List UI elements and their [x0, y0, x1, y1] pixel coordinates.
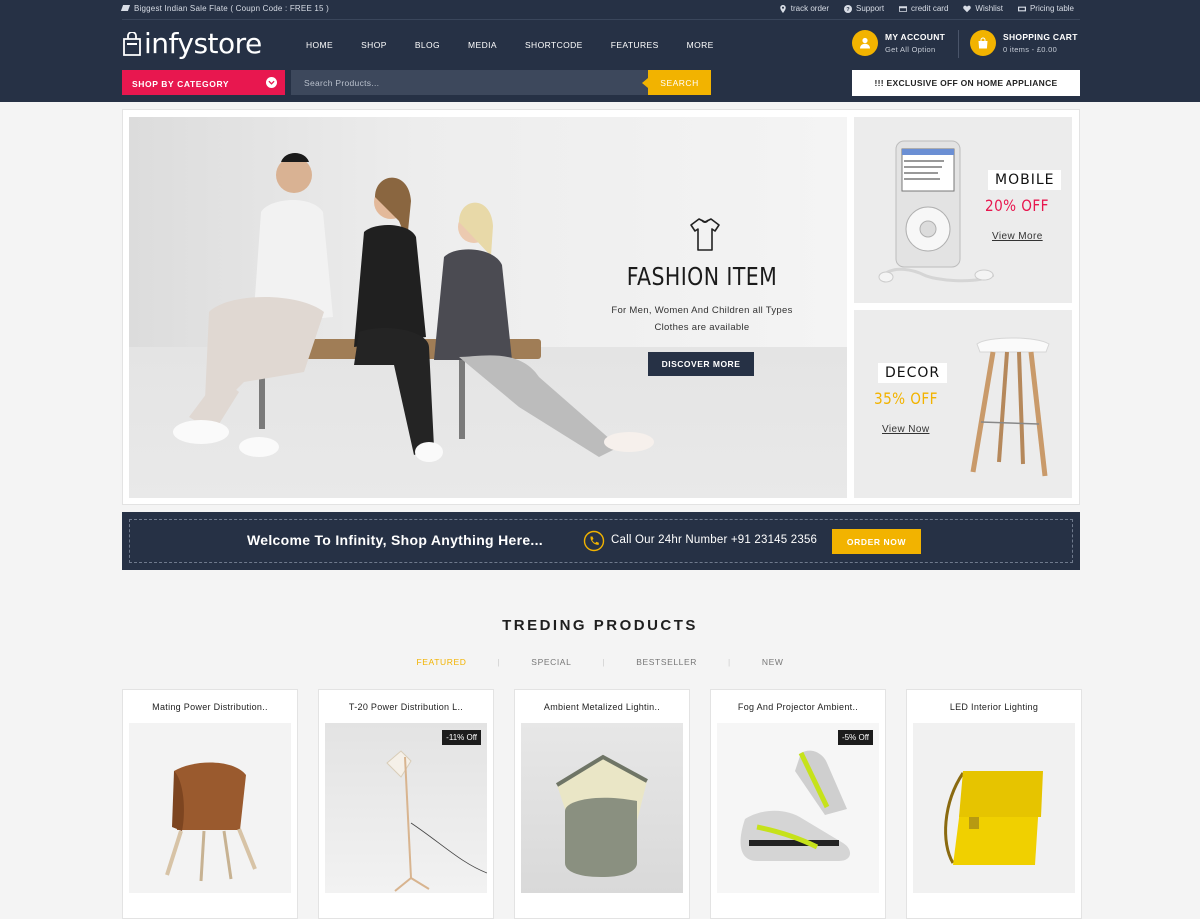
- welcome-bar: Welcome To Infinity, Shop Anything Here.…: [122, 512, 1080, 570]
- product-name[interactable]: T-20 Power Distribution L..: [319, 702, 493, 712]
- main-nav: HOME SHOP BLOG MEDIA SHORTCODE FEATURES …: [306, 40, 742, 50]
- decor-offer: 35% OFF: [874, 389, 938, 408]
- site-logo[interactable]: infystore: [122, 30, 262, 58]
- tag-icon: [1017, 6, 1026, 11]
- user-icon: [852, 30, 878, 56]
- help-circle-icon: ?: [844, 4, 853, 13]
- product-grid: Mating Power Distribution.. T-20 Power D…: [122, 689, 1082, 919]
- discount-badge: -11% Off: [442, 730, 481, 745]
- location-pin-icon: [780, 4, 786, 13]
- sneakers-illustration: [740, 750, 851, 861]
- account-title: MY ACCOUNT: [885, 32, 946, 42]
- call-number-text: Call Our 24hr Number +91 23145 2356: [611, 534, 818, 546]
- wishlist-link[interactable]: Wishlist: [963, 4, 1003, 13]
- exclusive-offer-banner[interactable]: !!! EXCLUSIVE OFF ON HOME APPLIANCE: [852, 70, 1080, 96]
- product-name[interactable]: Ambient Metalized Lightin..: [515, 702, 689, 712]
- svg-text:?: ?: [846, 7, 850, 13]
- tag-icon: [120, 5, 131, 11]
- top-links: track order ? Support credit card Wishli…: [779, 4, 1074, 13]
- bar-stool-illustration: [970, 337, 1050, 477]
- pricing-table-link[interactable]: Pricing table: [1017, 4, 1074, 13]
- search-button[interactable]: SEARCH: [642, 70, 711, 95]
- nav-blog[interactable]: BLOG: [415, 40, 440, 50]
- floor-lamp-illustration: [386, 750, 487, 892]
- product-tabs: FEATURED | SPECIAL | BESTSELLER | NEW: [416, 657, 784, 667]
- hero-title: FASHION ITEM: [626, 262, 778, 291]
- promo-text: Biggest Indian Sale Flate ( Coupn Code :…: [120, 4, 329, 13]
- nav-features[interactable]: FEATURES: [611, 40, 659, 50]
- credit-card-icon: [899, 5, 908, 12]
- product-image[interactable]: -5% Off: [717, 723, 879, 893]
- tab-special[interactable]: SPECIAL: [531, 657, 571, 667]
- product-name[interactable]: Fog And Projector Ambient..: [711, 702, 885, 712]
- leather-chair-illustration: [165, 762, 257, 882]
- cart-summary: 0 items - £0.00: [1003, 45, 1058, 54]
- product-image[interactable]: [129, 723, 291, 893]
- welcome-text: Welcome To Infinity, Shop Anything Here.…: [247, 532, 543, 548]
- shop-by-category-button[interactable]: SHOP BY CATEGORY: [122, 70, 285, 95]
- hero-subtitle: For Men, Women And Children all Types Cl…: [611, 305, 793, 333]
- cart-title: SHOPPING CART: [1003, 32, 1078, 42]
- view-now-link[interactable]: View Now: [882, 424, 929, 435]
- discount-badge: -5% Off: [838, 730, 873, 745]
- header-divider: [958, 30, 959, 58]
- logo-text: infystore: [144, 27, 262, 60]
- decor-label: DECOR: [878, 363, 948, 383]
- nav-more[interactable]: MORE: [687, 40, 714, 50]
- account-subtitle: Get All Option: [885, 45, 936, 54]
- order-now-button[interactable]: ORDER NOW: [832, 529, 921, 554]
- tshirt-icon: [690, 218, 720, 251]
- mobile-offer-banner[interactable]: MOBILE 20% OFF View More: [854, 117, 1072, 303]
- ipod-illustration: [878, 140, 994, 283]
- product-image[interactable]: [521, 723, 683, 893]
- product-card[interactable]: Mating Power Distribution..: [122, 689, 298, 919]
- decor-offer-banner[interactable]: DECOR 35% OFF View Now: [854, 310, 1072, 498]
- product-name[interactable]: Mating Power Distribution..: [123, 702, 297, 712]
- tab-bestseller[interactable]: BESTSELLER: [636, 657, 697, 667]
- tab-new[interactable]: NEW: [762, 657, 784, 667]
- top-bar: Biggest Indian Sale Flate ( Coupn Code :…: [120, 0, 1080, 20]
- track-order-link[interactable]: track order: [779, 4, 829, 13]
- shopping-bag-logo-icon: [123, 32, 141, 56]
- product-name[interactable]: LED Interior Lighting: [907, 702, 1081, 712]
- nav-shortcode[interactable]: SHORTCODE: [525, 40, 583, 50]
- table-lamp-illustration: [555, 754, 648, 877]
- product-card[interactable]: LED Interior Lighting: [906, 689, 1082, 919]
- discover-more-button[interactable]: DISCOVER MORE: [648, 352, 754, 376]
- chevron-down-icon: [266, 77, 277, 88]
- mobile-label: MOBILE: [988, 170, 1062, 190]
- site-header: Biggest Indian Sale Flate ( Coupn Code :…: [0, 0, 1200, 102]
- support-link[interactable]: ? Support: [844, 4, 884, 13]
- product-image[interactable]: [913, 723, 1075, 893]
- nav-home[interactable]: HOME: [306, 40, 333, 50]
- phone-icon: [583, 530, 605, 552]
- nav-shop[interactable]: SHOP: [361, 40, 387, 50]
- product-image[interactable]: -11% Off: [325, 723, 487, 893]
- mobile-offer: 20% OFF: [985, 196, 1049, 215]
- section-title: TREDING PRODUCTS: [502, 617, 698, 634]
- yellow-bag-illustration: [944, 771, 1043, 865]
- product-card[interactable]: T-20 Power Distribution L.. -11% Off: [318, 689, 494, 919]
- credit-card-link[interactable]: credit card: [899, 4, 948, 13]
- tab-featured[interactable]: FEATURED: [417, 657, 467, 667]
- view-more-link[interactable]: View More: [992, 231, 1043, 242]
- heart-icon: [963, 5, 972, 12]
- product-card[interactable]: Ambient Metalized Lightin..: [514, 689, 690, 919]
- product-card[interactable]: Fog And Projector Ambient.. -5% Off: [710, 689, 886, 919]
- shopping-cart[interactable]: SHOPPING CART 0 items - £0.00: [970, 30, 1078, 56]
- nav-media[interactable]: MEDIA: [468, 40, 497, 50]
- search-input[interactable]: [291, 70, 649, 95]
- my-account[interactable]: MY ACCOUNT Get All Option: [852, 30, 945, 56]
- cart-bag-icon: [970, 30, 996, 56]
